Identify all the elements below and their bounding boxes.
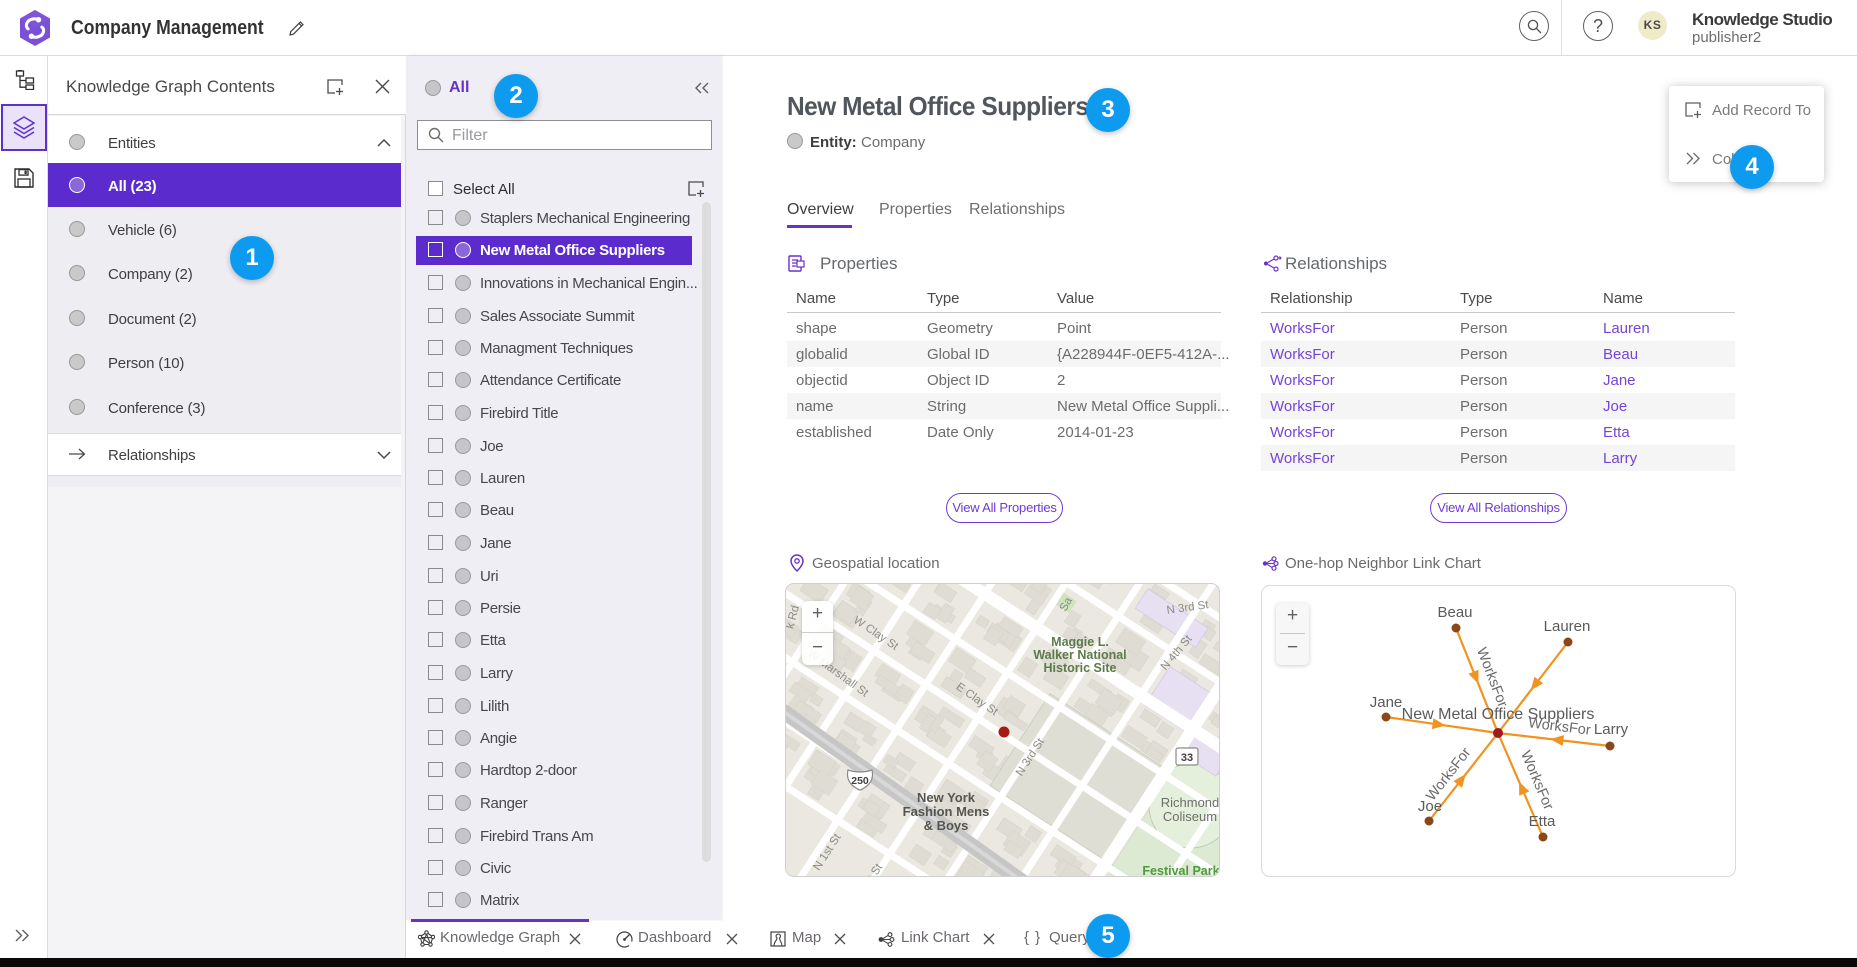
svg-text:Festival Park: Festival Park <box>1142 864 1219 877</box>
svg-text:Etta: Etta <box>1529 813 1556 830</box>
svg-text:Fashion Mens: Fashion Mens <box>903 804 990 819</box>
svg-text:Jane: Jane <box>1370 694 1403 711</box>
svg-text:Lauren: Lauren <box>1544 618 1591 635</box>
svg-text:250: 250 <box>851 775 869 787</box>
svg-text:& Boys: & Boys <box>924 818 969 833</box>
svg-text:WorksFor: WorksFor <box>1517 749 1556 813</box>
svg-text:Coliseum: Coliseum <box>1163 809 1217 824</box>
svg-text:33: 33 <box>1181 752 1193 764</box>
svg-text:WorksFor: WorksFor <box>1473 645 1510 709</box>
svg-text:Beau: Beau <box>1437 604 1472 621</box>
svg-text:Maggie L.: Maggie L. <box>1051 635 1109 649</box>
svg-text:Richmond: Richmond <box>1161 795 1220 810</box>
svg-text:Walker National: Walker National <box>1033 648 1126 662</box>
svg-text:Larry: Larry <box>1594 721 1629 738</box>
svg-text:New York: New York <box>917 790 976 805</box>
svg-text:Historic Site: Historic Site <box>1044 661 1117 675</box>
